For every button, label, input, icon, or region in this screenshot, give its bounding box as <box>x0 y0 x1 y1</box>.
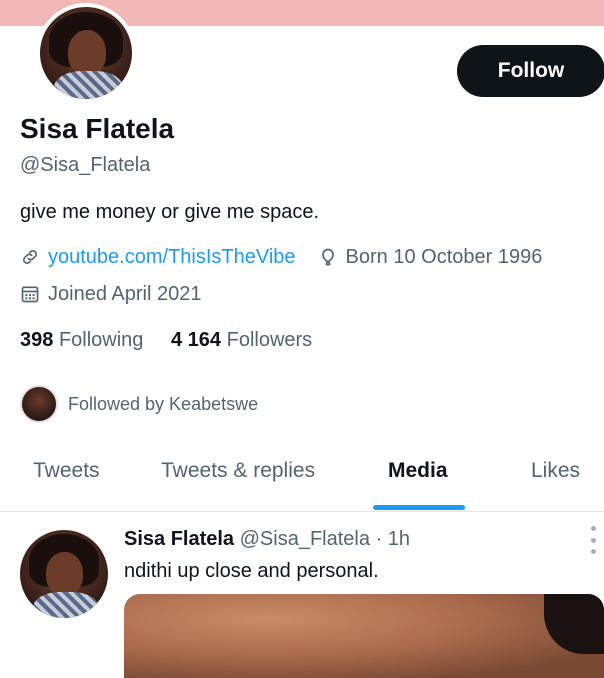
tweet-avatar[interactable] <box>20 530 108 618</box>
active-tab-indicator <box>373 505 465 510</box>
calendar-icon <box>21 286 39 303</box>
followed-by-text: Followed by Keabetswe <box>68 393 259 414</box>
profile-birthday: Born 10 October 1996 <box>345 245 543 268</box>
following-link[interactable]: 398 Following <box>20 329 143 351</box>
tab-tweets[interactable]: Tweets <box>33 445 100 497</box>
profile-handle: @Sisa_Flatela <box>20 154 151 176</box>
profile-joined: Joined April 2021 <box>48 282 202 305</box>
profile-avatar[interactable] <box>36 3 136 103</box>
birthday-icon <box>321 248 334 266</box>
profile-link[interactable]: youtube.com/ThisIsTheVibe <box>48 246 296 269</box>
profile-meta-row: youtube.com/ThisIsTheVibe Born 10 Octobe… <box>20 244 542 270</box>
tweet-text: ndithi up close and personal. <box>124 560 379 582</box>
profile-tabs: Tweets Tweets & replies Media Likes <box>0 445 604 509</box>
tweet-time[interactable]: · 1h <box>376 528 410 550</box>
tab-likes[interactable]: Likes <box>531 445 580 497</box>
profile-bio: give me money or give me space. <box>20 201 320 223</box>
followers-link[interactable]: 4 164 Followers <box>171 329 312 351</box>
profile-display-name: Sisa Flatela <box>20 113 175 144</box>
tabs-divider <box>0 511 604 512</box>
tab-media[interactable]: Media <box>388 445 448 497</box>
tweet-author-name[interactable]: Sisa Flatela <box>124 528 234 550</box>
follower-avatar <box>20 385 58 423</box>
follow-counts: 398 Following 4 164 Followers <box>20 329 312 352</box>
follow-button[interactable]: Follow <box>457 45 604 97</box>
tweet-media-image[interactable] <box>124 594 604 678</box>
followed-by-row[interactable]: Followed by Keabetswe <box>20 384 258 424</box>
tweet-author-handle: @Sisa_Flatela <box>239 528 370 550</box>
profile-joined-row: Joined April 2021 <box>20 281 201 307</box>
link-icon <box>23 250 37 264</box>
more-icon[interactable] <box>586 526 600 554</box>
tweet-header: Sisa Flatela @Sisa_Flatela · 1h <box>124 528 410 551</box>
tab-tweets-replies[interactable]: Tweets & replies <box>161 445 315 497</box>
